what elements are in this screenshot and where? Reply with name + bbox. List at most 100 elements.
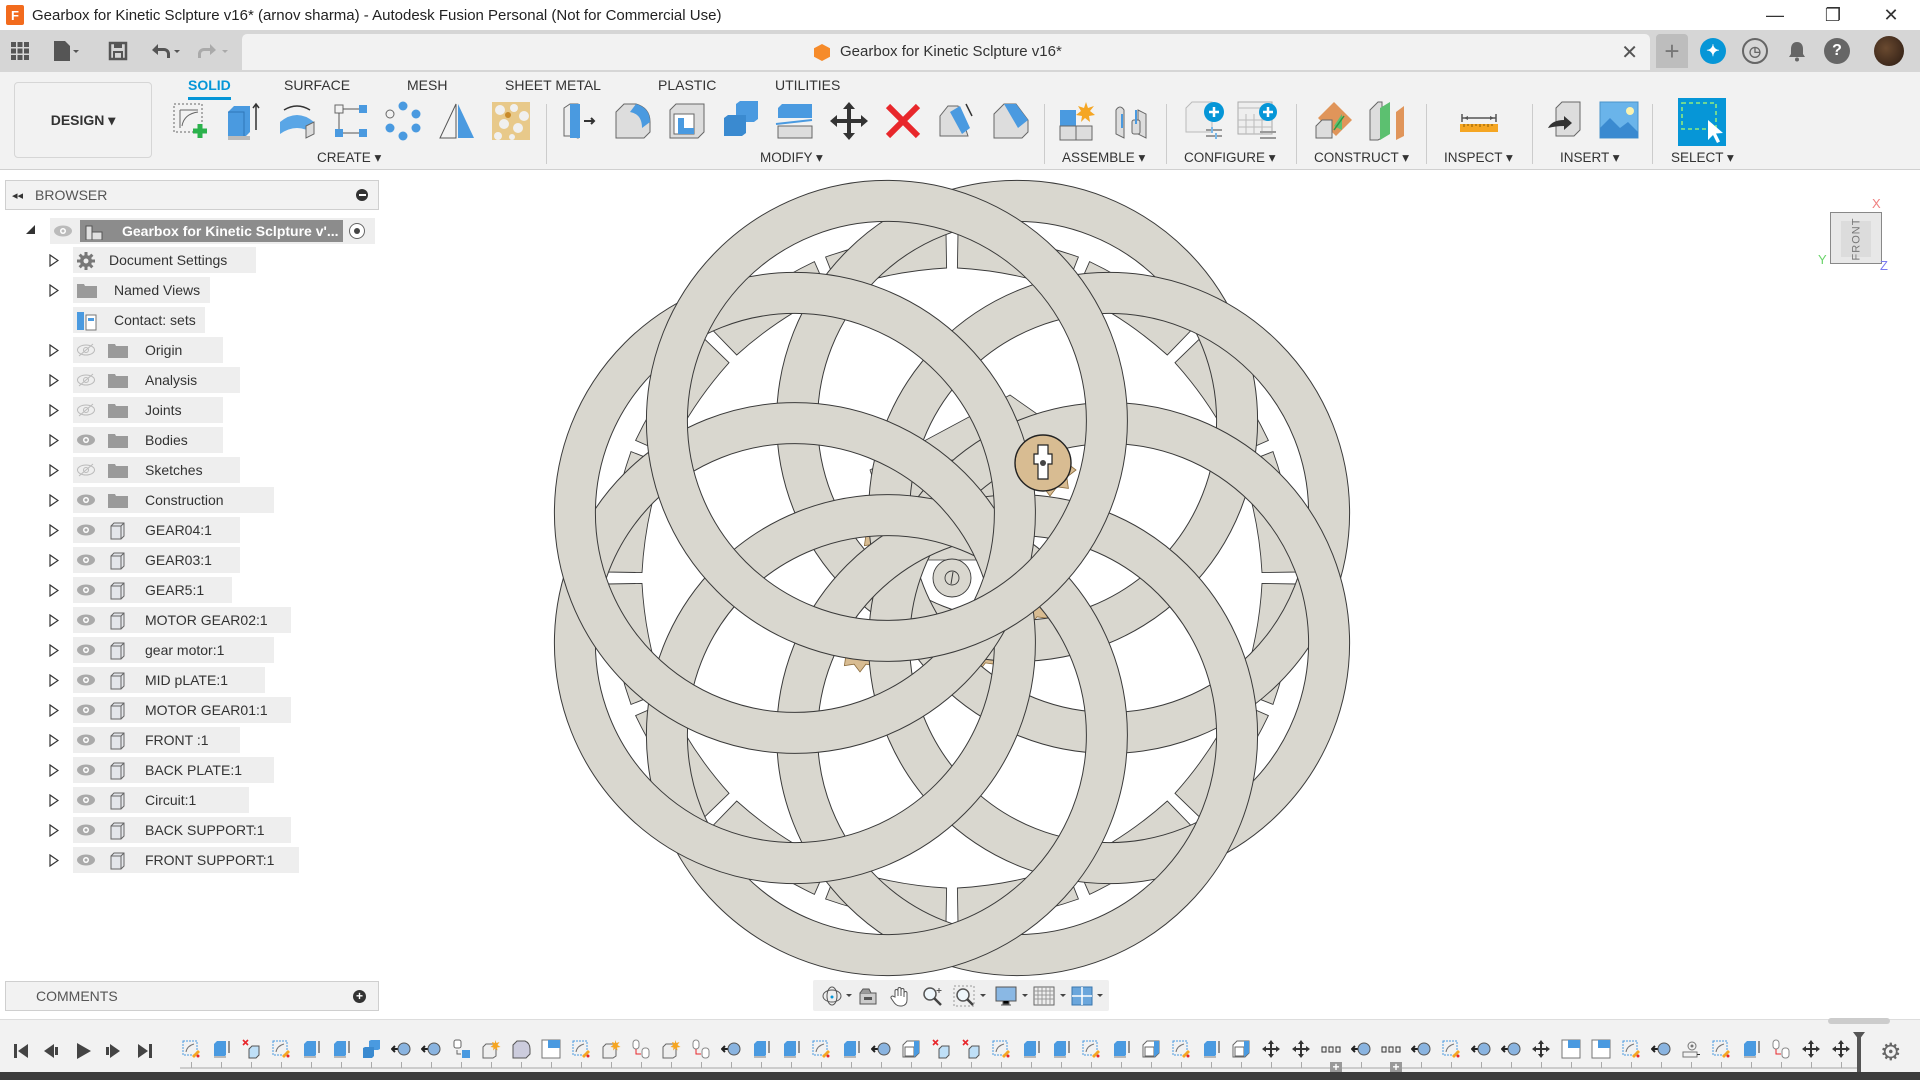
- expand-caret[interactable]: [49, 463, 60, 482]
- activate-radio[interactable]: [349, 223, 365, 239]
- timeline-feature-rigid[interactable]: [631, 1039, 651, 1059]
- draft-icon[interactable]: [936, 100, 978, 142]
- chamfer-icon[interactable]: [990, 100, 1032, 142]
- eye-icon[interactable]: [76, 673, 96, 692]
- timeline-feature-joint[interactable]: [720, 1039, 741, 1059]
- timeline-feature-plane[interactable]: [1591, 1039, 1611, 1059]
- timeline-feature-plane[interactable]: [541, 1039, 561, 1059]
- construct-group-label[interactable]: CONSTRUCT ▾: [1314, 150, 1409, 166]
- timeline-feature-joint[interactable]: [1410, 1039, 1431, 1059]
- eye-hidden-icon[interactable]: [76, 373, 96, 392]
- browser-options-icon[interactable]: [356, 189, 368, 201]
- expand-caret[interactable]: [49, 793, 60, 812]
- timeline-feature-new-comp[interactable]: [661, 1039, 681, 1059]
- browser-panel-header[interactable]: ◂◂ BROWSER: [5, 180, 379, 210]
- expand-caret[interactable]: [49, 583, 60, 602]
- timeline-feature-joint[interactable]: [390, 1039, 411, 1059]
- timeline-feature-rigid[interactable]: [691, 1039, 711, 1059]
- expand-caret[interactable]: [49, 253, 60, 272]
- timeline-feature-extrude[interactable]: [1111, 1039, 1131, 1059]
- display-settings-icon[interactable]: [995, 985, 1031, 1007]
- timeline-feature-shell[interactable]: [1231, 1039, 1251, 1059]
- timeline-feature-sketch[interactable]: [1081, 1039, 1101, 1059]
- eye-icon[interactable]: [76, 523, 96, 542]
- file-menu-button[interactable]: [52, 38, 80, 64]
- joint-icon[interactable]: [1110, 100, 1152, 142]
- expand-caret[interactable]: [49, 433, 60, 452]
- timeline-feature-sketch[interactable]: [571, 1039, 591, 1059]
- timeline-feature-new-comp[interactable]: [481, 1039, 501, 1059]
- eye-hidden-icon[interactable]: [76, 403, 96, 422]
- eye-icon[interactable]: [76, 433, 96, 452]
- fillet-icon[interactable]: [612, 100, 654, 142]
- measure-icon[interactable]: [1458, 100, 1500, 142]
- timeline-feature-extrude[interactable]: [211, 1039, 231, 1059]
- zoom-icon[interactable]: [921, 985, 945, 1007]
- timeline-scrollbar[interactable]: [1828, 1018, 1890, 1024]
- timeline-feature-joint[interactable]: [1650, 1039, 1671, 1059]
- timeline-feature-extrude[interactable]: [301, 1039, 321, 1059]
- timeline-feature-remove[interactable]: [961, 1039, 981, 1059]
- timeline-step-forward[interactable]: [104, 1042, 122, 1066]
- timeline-feature-shell[interactable]: [901, 1039, 921, 1059]
- timeline-feature-sketch[interactable]: [811, 1039, 831, 1059]
- grid-snaps-icon[interactable]: [1033, 985, 1069, 1007]
- undo-button[interactable]: [148, 38, 182, 64]
- timeline-feature-align[interactable]: [451, 1039, 471, 1059]
- tab-plastic[interactable]: PLASTIC: [658, 74, 716, 100]
- timeline-feature-extrude[interactable]: [781, 1039, 801, 1059]
- eye-icon[interactable]: [76, 793, 96, 812]
- timeline-feature-sketch[interactable]: [1441, 1039, 1461, 1059]
- expand-root-caret[interactable]: [26, 225, 35, 234]
- pan-icon[interactable]: [889, 985, 911, 1007]
- timeline-feature-remove[interactable]: [241, 1039, 261, 1059]
- document-tab[interactable]: Gearbox for Kinetic Sclpture v16* ✕: [242, 34, 1650, 70]
- extensions-icon[interactable]: ✦: [1700, 38, 1726, 64]
- split-body-icon[interactable]: [774, 100, 816, 142]
- help-icon[interactable]: ?: [1824, 38, 1850, 64]
- kinetic-sculpture-model[interactable]: [0, 171, 1920, 1016]
- timeline-feature-extrude[interactable]: [331, 1039, 351, 1059]
- timeline-feature-move[interactable]: [1261, 1039, 1281, 1059]
- expand-caret[interactable]: [49, 613, 60, 632]
- zoom-window-icon[interactable]: [953, 985, 989, 1007]
- maximize-button[interactable]: ❐: [1804, 0, 1862, 30]
- eye-icon[interactable]: [76, 493, 96, 512]
- create-sketch-icon[interactable]: [170, 100, 212, 142]
- timeline-feature-fillet[interactable]: [511, 1039, 531, 1059]
- eye-icon[interactable]: [76, 733, 96, 752]
- timeline-marker[interactable]: [1857, 1036, 1861, 1072]
- expand-caret[interactable]: [49, 283, 60, 302]
- timeline-feature-joint[interactable]: [1350, 1039, 1371, 1059]
- timeline-feature-sketch[interactable]: [991, 1039, 1011, 1059]
- expand-caret[interactable]: [49, 523, 60, 542]
- timeline-feature-joint[interactable]: [1470, 1039, 1491, 1059]
- timeline-feature-new-comp[interactable]: [601, 1039, 621, 1059]
- timeline-feature-extrude[interactable]: [841, 1039, 861, 1059]
- offset-plane-icon[interactable]: [1312, 100, 1354, 142]
- new-tab-button[interactable]: +: [1656, 34, 1688, 68]
- configure-group-label[interactable]: CONFIGURE ▾: [1184, 150, 1276, 166]
- timeline-feature-shell[interactable]: [1141, 1039, 1161, 1059]
- eye-icon[interactable]: [76, 613, 96, 632]
- window-select-icon[interactable]: [1678, 98, 1726, 146]
- configuration-table-icon[interactable]: [1236, 100, 1278, 142]
- timeline-feature-extrude[interactable]: [751, 1039, 771, 1059]
- close-tab-button[interactable]: ✕: [1621, 40, 1638, 65]
- tab-surface[interactable]: SURFACE: [284, 74, 350, 100]
- eye-icon[interactable]: [76, 703, 96, 722]
- shell-icon[interactable]: [666, 100, 708, 142]
- select-group-label[interactable]: SELECT ▾: [1671, 150, 1734, 166]
- timeline-feature-pattern[interactable]: [1321, 1039, 1341, 1059]
- timeline-feature-remove[interactable]: [931, 1039, 951, 1059]
- view-cube[interactable]: FRONT: [1830, 212, 1882, 264]
- close-window-button[interactable]: ✕: [1862, 0, 1920, 30]
- mirror-icon[interactable]: [436, 100, 478, 142]
- timeline-feature-move[interactable]: [1291, 1039, 1311, 1059]
- viewports-icon[interactable]: [1071, 985, 1107, 1007]
- collapse-browser-icon[interactable]: ◂◂: [12, 189, 23, 202]
- expand-caret[interactable]: [49, 853, 60, 872]
- timeline-feature-extrude[interactable]: [1051, 1039, 1071, 1059]
- expand-caret[interactable]: [49, 823, 60, 842]
- eye-icon[interactable]: [76, 583, 96, 602]
